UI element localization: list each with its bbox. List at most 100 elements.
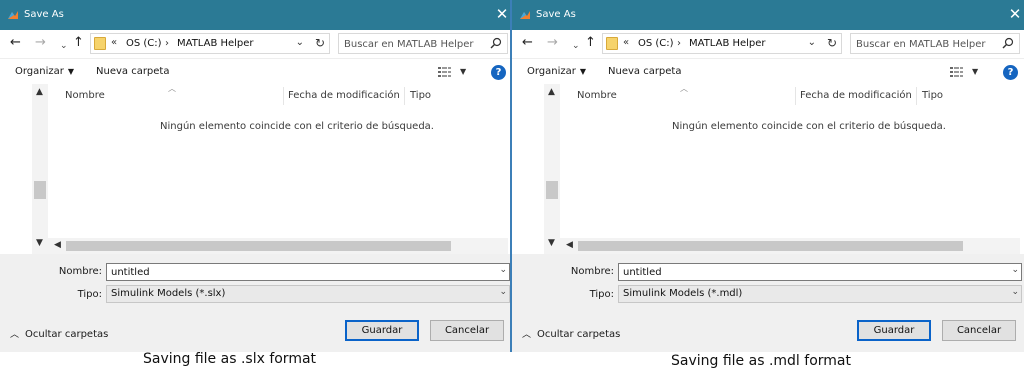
search-box[interactable] bbox=[850, 33, 1020, 54]
chevron-down-icon[interactable]: ⌄ bbox=[499, 287, 507, 297]
dialog-title: Save As bbox=[24, 9, 64, 20]
close-icon[interactable]: ✕ bbox=[495, 5, 509, 23]
horizontal-scrollbar[interactable]: ◀ bbox=[48, 238, 508, 254]
breadcrumb-segment-folder[interactable]: MATLAB Helper bbox=[689, 38, 766, 49]
scroll-up-icon[interactable]: ▲ bbox=[36, 87, 43, 97]
vertical-scrollbar[interactable]: ▲ ▼ bbox=[544, 84, 560, 254]
chevron-down-icon[interactable]: ⌄ bbox=[60, 39, 68, 53]
search-box[interactable] bbox=[338, 33, 508, 54]
save-button[interactable]: Guardar bbox=[345, 320, 419, 341]
dialog-window: Save As ✕ ← → ⌄ ↑ « OS (C:) › MATLAB Hel… bbox=[0, 0, 511, 352]
cancel-button[interactable]: Cancelar bbox=[942, 320, 1016, 341]
caret-down-icon[interactable]: ▼ bbox=[460, 67, 466, 76]
column-header-name[interactable]: Nombre bbox=[577, 90, 617, 101]
filetype-select[interactable]: Simulink Models (*.mdl) ⌄ bbox=[618, 285, 1022, 303]
filetype-label: Tipo: bbox=[589, 289, 614, 300]
filename-input[interactable] bbox=[111, 265, 491, 279]
organize-menu[interactable]: Organizar ▼ bbox=[15, 66, 74, 77]
chevron-down-icon[interactable]: ⌄ bbox=[808, 37, 816, 48]
scrollbar-thumb[interactable] bbox=[34, 181, 46, 199]
scroll-down-icon[interactable]: ▼ bbox=[548, 238, 555, 248]
file-list: ▲ ▼ ︿ Nombre Fecha de modificación Tipo … bbox=[512, 84, 1024, 254]
filename-input[interactable] bbox=[623, 265, 1003, 279]
column-divider[interactable] bbox=[404, 87, 405, 105]
chevron-down-icon[interactable]: ⌄ bbox=[572, 39, 580, 53]
breadcrumb-segment-drive[interactable]: OS (C:) bbox=[126, 38, 162, 49]
arrow-up-icon[interactable]: ↑ bbox=[585, 36, 596, 50]
save-button[interactable]: Guardar bbox=[857, 320, 931, 341]
column-divider[interactable] bbox=[795, 87, 796, 105]
horizontal-scrollbar[interactable]: ◀ bbox=[560, 238, 1020, 254]
scroll-up-icon[interactable]: ▲ bbox=[548, 87, 555, 97]
path-breadcrumb[interactable]: « OS (C:) › MATLAB Helper ⌄ ↻ bbox=[90, 33, 330, 54]
column-header-type[interactable]: Tipo bbox=[410, 90, 431, 101]
search-icon[interactable] bbox=[490, 37, 502, 49]
search-icon[interactable] bbox=[1002, 37, 1014, 49]
sort-caret-icon: ︿ bbox=[168, 84, 176, 93]
dialog-window: Save As ✕ ← → ⌄ ↑ « OS (C:) › MATLAB Hel… bbox=[512, 0, 1024, 352]
arrow-right-icon[interactable]: → bbox=[35, 36, 46, 50]
title-bar: Save As ✕ bbox=[512, 0, 1024, 30]
cancel-button[interactable]: Cancelar bbox=[430, 320, 504, 341]
arrow-left-icon[interactable]: ← bbox=[10, 36, 21, 50]
overflow-chevron-icon[interactable]: « bbox=[111, 37, 117, 48]
save-dialog-slx: Save As ✕ ← → ⌄ ↑ « OS (C:) › MATLAB Hel… bbox=[0, 0, 511, 373]
scroll-left-icon[interactable]: ◀ bbox=[54, 240, 61, 250]
search-input[interactable] bbox=[344, 37, 479, 51]
column-header-date[interactable]: Fecha de modificación bbox=[288, 90, 400, 101]
chevron-down-icon[interactable]: ⌄ bbox=[1011, 287, 1019, 297]
matlab-app-icon bbox=[519, 9, 531, 21]
caption-slx: Saving file as .slx format bbox=[143, 351, 317, 367]
column-divider[interactable] bbox=[916, 87, 917, 105]
sort-caret-icon: ︿ bbox=[680, 84, 688, 93]
filetype-select[interactable]: Simulink Models (*.slx) ⌄ bbox=[106, 285, 510, 303]
overflow-chevron-icon[interactable]: « bbox=[623, 37, 629, 48]
empty-message: Ningún elemento coincide con el criterio… bbox=[672, 121, 946, 132]
filetype-value: Simulink Models (*.slx) bbox=[111, 288, 226, 299]
view-options-icon[interactable] bbox=[950, 67, 966, 77]
arrow-left-icon[interactable]: ← bbox=[522, 36, 533, 50]
hide-folders-toggle[interactable]: ︿ Ocultar carpetas bbox=[522, 327, 620, 340]
vertical-scrollbar[interactable]: ▲ ▼ bbox=[32, 84, 48, 254]
new-folder-button[interactable]: Nueva carpeta bbox=[96, 66, 169, 77]
help-icon[interactable]: ? bbox=[1003, 65, 1018, 80]
breadcrumb-segment-folder[interactable]: MATLAB Helper bbox=[177, 38, 254, 49]
hide-folders-toggle[interactable]: ︿ Ocultar carpetas bbox=[10, 327, 108, 340]
scroll-left-icon[interactable]: ◀ bbox=[566, 240, 573, 250]
caret-up-icon: ︿ bbox=[10, 330, 20, 340]
filetype-value: Simulink Models (*.mdl) bbox=[623, 288, 743, 299]
filename-field[interactable]: ⌄ bbox=[618, 263, 1022, 281]
filename-field[interactable]: ⌄ bbox=[106, 263, 510, 281]
column-header-type[interactable]: Tipo bbox=[922, 90, 943, 101]
dialog-title: Save As bbox=[536, 9, 576, 20]
view-options-icon[interactable] bbox=[438, 67, 454, 77]
filename-label: Nombre: bbox=[58, 266, 102, 277]
file-list: ▲ ▼ ︿ Nombre Fecha de modificación Tipo … bbox=[0, 84, 511, 254]
close-icon[interactable]: ✕ bbox=[1008, 5, 1022, 23]
search-input[interactable] bbox=[856, 37, 991, 51]
command-toolbar: Organizar ▼ Nueva carpeta ▼ ? bbox=[0, 58, 511, 84]
caption-mdl: Saving file as .mdl format bbox=[671, 353, 851, 369]
chevron-down-icon[interactable]: ⌄ bbox=[499, 265, 507, 275]
scrollbar-thumb[interactable] bbox=[578, 241, 963, 251]
column-divider[interactable] bbox=[283, 87, 284, 105]
scrollbar-thumb[interactable] bbox=[546, 181, 558, 199]
arrow-up-icon[interactable]: ↑ bbox=[73, 36, 84, 50]
column-header-name[interactable]: Nombre bbox=[65, 90, 105, 101]
path-breadcrumb[interactable]: « OS (C:) › MATLAB Helper ⌄ ↻ bbox=[602, 33, 842, 54]
new-folder-button[interactable]: Nueva carpeta bbox=[608, 66, 681, 77]
column-header-date[interactable]: Fecha de modificación bbox=[800, 90, 912, 101]
refresh-icon[interactable]: ↻ bbox=[315, 36, 325, 50]
scrollbar-thumb[interactable] bbox=[66, 241, 451, 251]
caret-down-icon: ▼ bbox=[67, 67, 75, 76]
breadcrumb-segment-drive[interactable]: OS (C:) bbox=[638, 38, 674, 49]
help-icon[interactable]: ? bbox=[491, 65, 506, 80]
organize-menu[interactable]: Organizar ▼ bbox=[527, 66, 586, 77]
arrow-right-icon[interactable]: → bbox=[547, 36, 558, 50]
caret-down-icon[interactable]: ▼ bbox=[972, 67, 978, 76]
chevron-down-icon[interactable]: ⌄ bbox=[1011, 265, 1019, 275]
filename-label: Nombre: bbox=[570, 266, 614, 277]
scroll-down-icon[interactable]: ▼ bbox=[36, 238, 43, 248]
chevron-down-icon[interactable]: ⌄ bbox=[296, 37, 304, 48]
refresh-icon[interactable]: ↻ bbox=[827, 36, 837, 50]
